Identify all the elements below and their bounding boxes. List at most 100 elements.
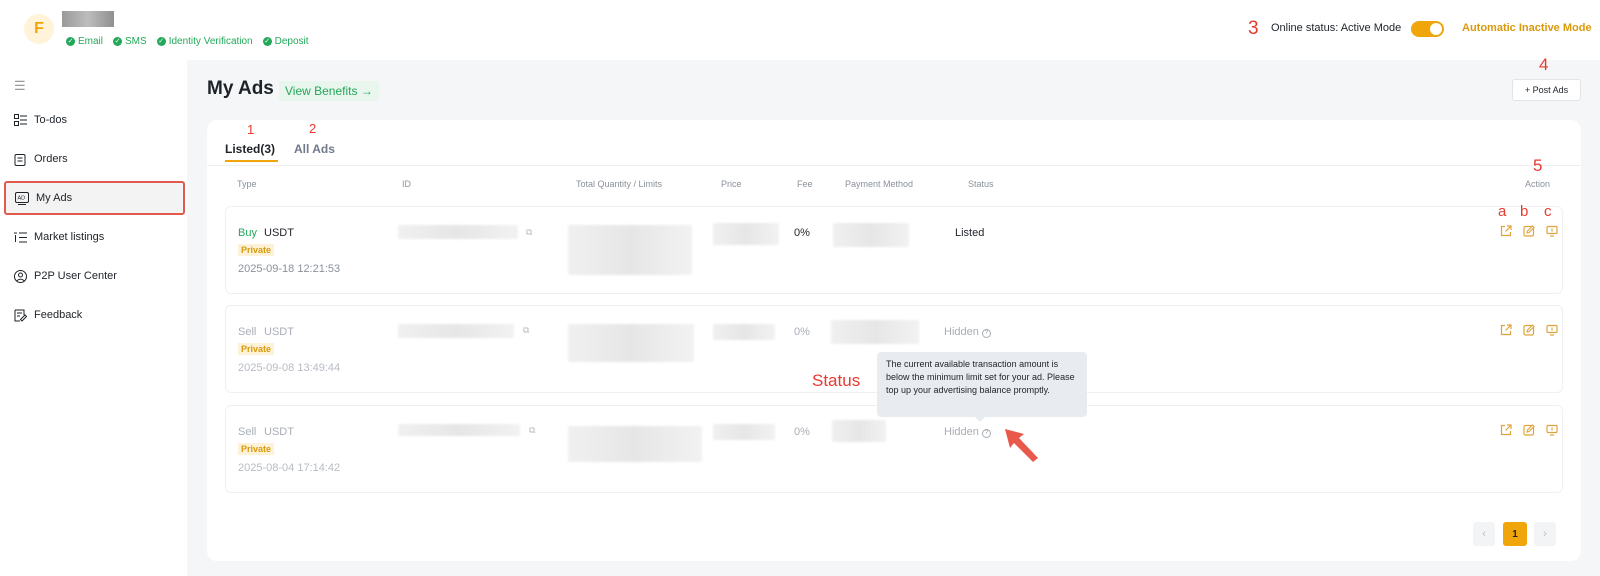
edit-icon[interactable] <box>1523 225 1535 237</box>
annotation-c: c <box>1544 203 1552 220</box>
payment-redacted <box>831 320 919 344</box>
ad-id-redacted <box>398 225 518 239</box>
verification-badges: ✓ Email ✓ SMS ✓ Identity Verification ✓ Depo… <box>66 36 309 47</box>
check-icon: ✓ <box>66 37 75 46</box>
ad-coin: USDT <box>264 326 294 338</box>
collapse-menu-icon[interactable]: ☰ <box>14 78 26 94</box>
ad-fee: 0% <box>794 227 810 239</box>
check-icon: ✓ <box>156 37 166 46</box>
view-benefits-link[interactable]: View Benefits → <box>279 81 379 101</box>
verif-email: ✓ Email <box>66 36 104 47</box>
offline-ad-icon[interactable] <box>1546 324 1558 336</box>
col-payment-method: Payment Method <box>845 179 914 189</box>
sidebar-item-label: To-dos <box>34 114 68 126</box>
avatar[interactable]: F <box>24 14 54 44</box>
post-ads-button[interactable]: + Post Ads <box>1512 79 1581 101</box>
sidebar: ☰ To-dos Orders AD My Ads Market listing… <box>0 60 187 576</box>
sidebar-item-market-listings[interactable]: Market listings <box>4 221 185 253</box>
price-redacted <box>713 424 775 440</box>
automatic-inactive-mode-link[interactable]: Automatic Inactive Mode <box>1462 22 1592 34</box>
annotation-status: Status <box>812 371 861 390</box>
edit-icon[interactable] <box>1523 424 1535 436</box>
check-icon: ✓ <box>113 37 123 46</box>
sidebar-item-label: My Ads <box>36 192 73 204</box>
table-row: Buy USDT Private 2025-09-18 12:21:53 ⧉ 0… <box>225 203 1563 294</box>
share-icon[interactable] <box>1500 324 1512 336</box>
sidebar-item-todos[interactable]: To-dos <box>4 104 185 136</box>
price-redacted <box>713 223 779 245</box>
quantity-redacted <box>568 426 702 462</box>
payment-redacted <box>832 420 886 442</box>
sidebar-item-label: Orders <box>34 153 68 165</box>
pager-next-button[interactable]: › <box>1534 522 1556 546</box>
annotation-3: 3 <box>1248 18 1259 39</box>
sidebar-item-orders[interactable]: Orders <box>4 143 185 175</box>
ad-side: Sell <box>238 426 257 438</box>
verif-sms: ✓ SMS <box>113 36 147 47</box>
sidebar-item-label: P2P User Center <box>34 270 117 282</box>
tab-underline <box>225 160 278 162</box>
sidebar-item-feedback[interactable]: Feedback <box>4 299 185 331</box>
online-status-toggle[interactable] <box>1411 21 1444 37</box>
price-redacted <box>713 324 775 340</box>
ads-card: 1 2 Listed(3) All Ads 5 Type ID Total Qu… <box>207 120 1581 561</box>
pager-page-1[interactable]: 1 <box>1503 522 1527 546</box>
copy-icon[interactable]: ⧉ <box>523 325 529 336</box>
help-icon[interactable]: ? <box>981 428 991 438</box>
annotation-arrow <box>1005 429 1038 462</box>
ad-id-redacted <box>398 424 520 436</box>
annotation-5: 5 <box>1533 156 1543 175</box>
col-status: Status <box>968 179 994 189</box>
status-text: Hidden <box>944 426 979 438</box>
tab-listed[interactable]: Listed(3) <box>225 142 275 156</box>
tab-all-ads[interactable]: All Ads <box>294 142 335 156</box>
annotation-b: b <box>1520 203 1529 220</box>
username-redacted <box>62 11 114 27</box>
ad-status: Hidden? <box>944 426 991 438</box>
sidebar-item-label: Feedback <box>34 309 83 321</box>
status-text: Hidden <box>944 326 979 338</box>
ad-status: Listed <box>955 227 985 239</box>
col-fee: Fee <box>797 179 813 189</box>
payment-redacted <box>833 223 909 247</box>
feedback-icon <box>13 308 27 322</box>
offline-ad-icon[interactable] <box>1546 225 1558 237</box>
ad-fee: 0% <box>794 326 810 338</box>
ad-coin: USDT <box>264 426 294 438</box>
clipboard-icon <box>13 152 27 166</box>
col-action: Action <box>1525 179 1551 189</box>
list-icon <box>13 230 27 244</box>
sidebar-item-my-ads[interactable]: AD My Ads <box>4 181 185 215</box>
annotation-a: a <box>1498 203 1507 220</box>
ad-status: Hidden? <box>944 326 991 338</box>
ad-coin: USDT <box>264 227 294 239</box>
annotation-2: 2 <box>309 121 317 136</box>
share-icon[interactable] <box>1500 424 1512 436</box>
check-icon: ✓ <box>262 37 272 46</box>
help-icon[interactable]: ? <box>981 328 991 338</box>
online-status-label: Online status: Active Mode <box>1271 22 1402 34</box>
sidebar-item-label: Market listings <box>34 231 105 243</box>
share-icon[interactable] <box>1500 225 1512 237</box>
hidden-status-tooltip: The current available transaction amount… <box>877 352 1087 422</box>
user-circle-icon <box>13 269 27 283</box>
todo-list-icon <box>13 113 27 127</box>
ad-side: Buy <box>238 227 257 239</box>
copy-icon[interactable]: ⧉ <box>526 227 532 238</box>
table-row: Sell USDT Private 2025-08-04 17:14:42 ⧉ … <box>225 405 1563 493</box>
private-badge: Private <box>238 244 275 256</box>
quantity-redacted <box>568 225 692 275</box>
private-badge: Private <box>238 343 275 355</box>
copy-icon[interactable]: ⧉ <box>529 425 535 436</box>
pager-prev-button[interactable]: ‹ <box>1473 522 1495 546</box>
edit-icon[interactable] <box>1523 324 1535 336</box>
annotation-4: 4 <box>1539 55 1549 74</box>
quantity-redacted <box>568 324 694 362</box>
sidebar-item-p2p-user-center[interactable]: P2P User Center <box>4 260 185 292</box>
ad-date: 2025-08-04 17:14:42 <box>238 462 341 474</box>
ad-icon: AD <box>15 191 29 205</box>
ad-fee: 0% <box>794 426 810 438</box>
tab-divider <box>207 165 1581 166</box>
col-id: ID <box>402 179 411 189</box>
offline-ad-icon[interactable] <box>1546 424 1558 436</box>
